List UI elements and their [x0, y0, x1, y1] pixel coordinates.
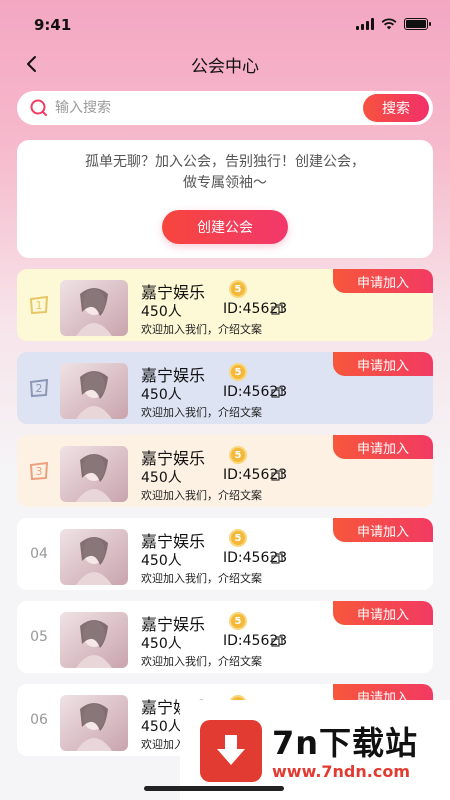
rank-2-badge-icon: 2 — [25, 376, 53, 400]
watermark-url: www.7ndn.com — [272, 762, 410, 781]
promo-text: 孤单无聊？加入公会，告别独行！创建公会， 做专属领袖～ — [17, 152, 433, 194]
member-count: 450人 — [141, 719, 182, 735]
create-guild-button[interactable]: 创建公会 — [162, 210, 288, 244]
member-count: 450人 — [141, 553, 182, 569]
copy-icon[interactable] — [271, 304, 283, 316]
guild-description: 欢迎加入我们，介绍文案 — [141, 406, 262, 419]
site-watermark: 7n下载站 www.7ndn.com — [180, 700, 450, 800]
guild-list-item[interactable]: 05 嘉宁娱乐 5 450人 ID:45623 欢迎加入我们，介绍文案 申请加入 — [17, 601, 433, 673]
guild-avatar — [60, 446, 128, 502]
status-bar: 9:41 — [0, 0, 450, 50]
guild-avatar — [60, 529, 128, 585]
wifi-icon — [381, 18, 397, 30]
home-indicator — [144, 786, 284, 791]
copy-icon[interactable] — [271, 636, 283, 648]
guild-name: 嘉宁娱乐 — [141, 449, 206, 468]
guild-description: 欢迎加入我们，介绍文案 — [141, 323, 262, 336]
rank-number: 06 — [30, 712, 48, 728]
search-bar: 搜索 — [17, 91, 433, 125]
guild-list-item[interactable]: 04 嘉宁娱乐 5 450人 ID:45623 欢迎加入我们，介绍文案 申请加入 — [17, 518, 433, 590]
signal-icon — [356, 18, 374, 30]
member-count: 450人 — [141, 470, 182, 486]
guild-name: 嘉宁娱乐 — [141, 615, 206, 634]
rank-number: 04 — [30, 546, 48, 562]
copy-icon[interactable] — [271, 470, 283, 482]
guild-list-item[interactable]: 1 嘉宁娱乐 5 450人 ID:45623 欢迎加入我们，介绍文案 申请加入 — [17, 269, 433, 341]
search-icon — [30, 99, 47, 116]
svg-text:2: 2 — [36, 382, 43, 395]
copy-icon[interactable] — [271, 387, 283, 399]
guild-avatar — [60, 612, 128, 668]
nav-bar: 公会中心 — [0, 44, 450, 84]
rank-3-badge-icon: 3 — [25, 459, 53, 483]
create-guild-card: 孤单无聊？加入公会，告别独行！创建公会， 做专属领袖～ 创建公会 — [17, 140, 433, 258]
svg-text:1: 1 — [36, 299, 43, 312]
apply-join-button[interactable]: 申请加入 — [333, 269, 433, 293]
page-title: 公会中心 — [191, 57, 259, 77]
member-count: 450人 — [141, 636, 182, 652]
rank-number: 05 — [30, 629, 48, 645]
apply-join-button[interactable]: 申请加入 — [333, 435, 433, 459]
guild-avatar — [60, 280, 128, 336]
guild-name: 嘉宁娱乐 — [141, 366, 206, 385]
guild-name: 嘉宁娱乐 — [141, 532, 206, 551]
promo-text-line2: 做专属领袖～ — [183, 175, 267, 191]
guild-level-coin-icon: 5 — [229, 612, 247, 630]
guild-name: 嘉宁娱乐 — [141, 283, 206, 302]
guild-avatar — [60, 363, 128, 419]
guild-level-coin-icon: 5 — [229, 529, 247, 547]
guild-list-item[interactable]: 2 嘉宁娱乐 5 450人 ID:45623 欢迎加入我们，介绍文案 申请加入 — [17, 352, 433, 424]
guild-list-item[interactable]: 3 嘉宁娱乐 5 450人 ID:45623 欢迎加入我们，介绍文案 申请加入 — [17, 435, 433, 507]
guild-description: 欢迎加入我们，介绍文案 — [141, 655, 262, 668]
guild-level-coin-icon: 5 — [229, 363, 247, 381]
apply-join-button[interactable]: 申请加入 — [333, 518, 433, 542]
apply-join-button[interactable]: 申请加入 — [333, 352, 433, 376]
guild-avatar — [60, 695, 128, 751]
promo-text-line1: 孤单无聊？加入公会，告别独行！创建公会， — [85, 154, 365, 170]
copy-icon[interactable] — [271, 553, 283, 565]
guild-level-coin-icon: 5 — [229, 280, 247, 298]
status-icons — [356, 18, 431, 30]
guild-list: 1 嘉宁娱乐 5 450人 ID:45623 欢迎加入我们，介绍文案 申请加入 … — [17, 269, 433, 767]
guild-description: 欢迎加入我们，介绍文案 — [141, 489, 262, 502]
guild-level-coin-icon: 5 — [229, 446, 247, 464]
apply-join-button[interactable]: 申请加入 — [333, 601, 433, 625]
download-arrow-icon — [200, 720, 262, 782]
member-count: 450人 — [141, 304, 182, 320]
watermark-title: 7n下载站 — [272, 724, 419, 762]
member-count: 450人 — [141, 387, 182, 403]
status-time: 9:41 — [34, 16, 72, 34]
battery-icon — [404, 18, 431, 30]
guild-description: 欢迎加入我们，介绍文案 — [141, 572, 262, 585]
rank-1-badge-icon: 1 — [25, 293, 53, 317]
search-button[interactable]: 搜索 — [363, 94, 429, 122]
svg-text:3: 3 — [36, 465, 43, 478]
